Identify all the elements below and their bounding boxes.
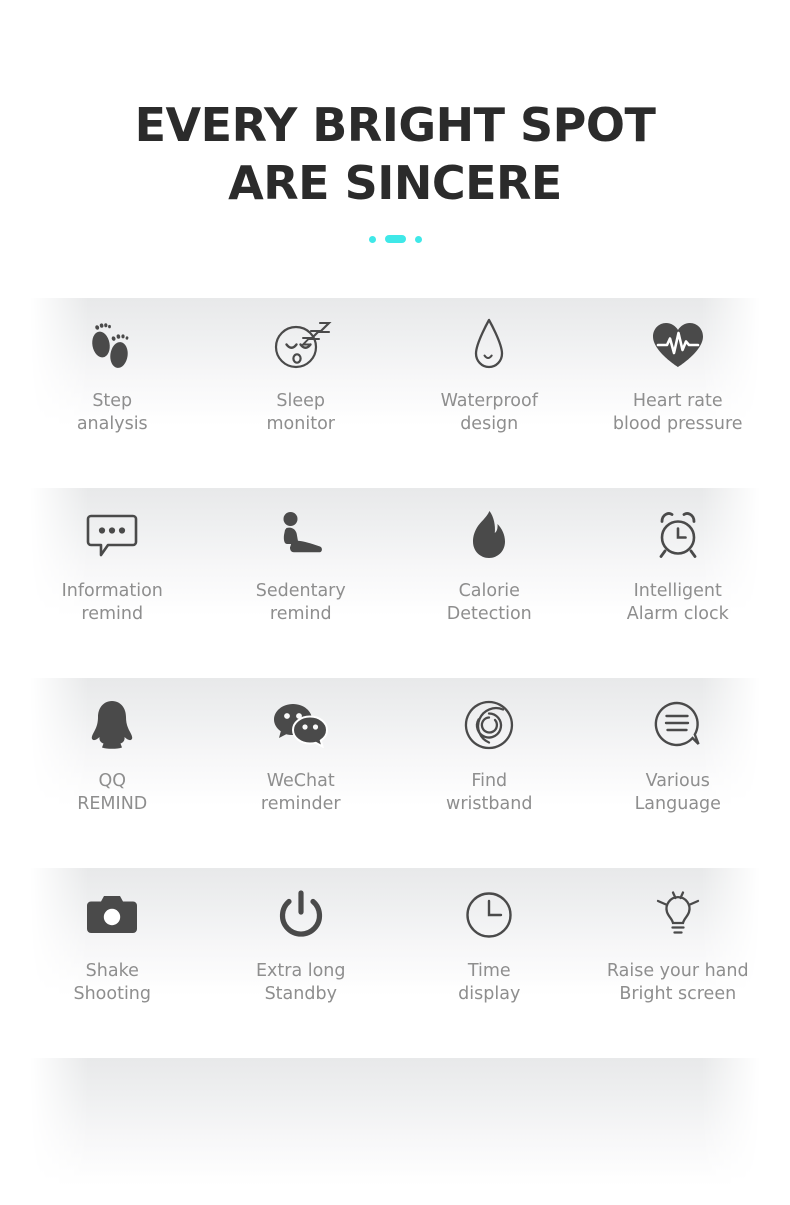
feature-time-display[interactable]: Time display	[395, 858, 584, 1006]
feature-intelligent-alarm[interactable]: Intelligent Alarm clock	[584, 478, 773, 626]
feature-label: Information remind	[61, 581, 163, 624]
feature-label: QQ REMIND	[77, 771, 148, 814]
feature-heart-rate[interactable]: Heart rate blood pressure	[584, 288, 773, 436]
feature-sedentary-remind[interactable]: Sedentary remind	[207, 478, 396, 626]
feature-grid: Step analysis Sleep monitor Waterproof d…	[0, 288, 790, 1186]
feature-row-2: Information remind Sedentary remind Calo…	[0, 478, 790, 668]
language-bubble-icon	[653, 696, 703, 754]
radar-rings-icon	[463, 696, 515, 754]
feature-label: Find wristband	[446, 771, 533, 814]
feature-label: Various Language	[634, 771, 721, 814]
feature-shake-shooting[interactable]: Shake Shooting	[18, 858, 207, 1006]
page-title-line-1: EVERY BRIGHT SPOT	[134, 98, 656, 152]
indicator-dot-1	[368, 235, 376, 243]
feature-extra-long-standby[interactable]: Extra long Standby	[207, 858, 396, 1006]
feature-various-language[interactable]: Various Language	[584, 668, 773, 816]
feature-row-1: Step analysis Sleep monitor Waterproof d…	[0, 288, 790, 478]
feature-label: Calorie Detection	[446, 581, 532, 624]
feature-label: Time display	[458, 961, 521, 1004]
alarm-clock-icon	[652, 506, 704, 564]
feature-row-4: Shake Shooting Extra long Standby Time d…	[0, 858, 790, 1048]
page-title-line-2: ARE SINCERE	[228, 156, 562, 210]
feature-label: Intelligent Alarm clock	[626, 581, 729, 624]
seated-person-icon	[276, 506, 326, 564]
wechat-bubbles-icon	[273, 696, 329, 754]
feature-label: Raise your hand Bright screen	[606, 961, 749, 1004]
feature-row-3: QQ REMIND WeChat reminder Find wristband…	[0, 668, 790, 858]
camera-icon	[86, 886, 138, 944]
sleeping-face-icon	[270, 316, 332, 374]
page-title: EVERY BRIGHT SPOT ARE SINCERE	[0, 96, 790, 212]
indicator-dot-2	[384, 235, 406, 243]
feature-label: Sleep monitor	[266, 391, 335, 434]
qq-penguin-icon	[89, 696, 135, 754]
feature-waterproof-design[interactable]: Waterproof design	[395, 288, 584, 436]
feature-label: Extra long Standby	[255, 961, 346, 1004]
water-drop-icon	[469, 316, 509, 374]
feature-label: Step analysis	[76, 391, 148, 434]
feature-label: Sedentary remind	[255, 581, 346, 624]
light-bulb-icon	[651, 886, 705, 944]
feature-wechat-reminder[interactable]: WeChat reminder	[207, 668, 396, 816]
feature-sleep-monitor[interactable]: Sleep monitor	[207, 288, 396, 436]
feature-calorie-detection[interactable]: Calorie Detection	[395, 478, 584, 626]
feature-row-trailing	[0, 1048, 790, 1186]
page-header: EVERY BRIGHT SPOT ARE SINCERE	[0, 0, 790, 244]
feature-raise-hand-bright-screen[interactable]: Raise your hand Bright screen	[584, 858, 773, 1006]
indicator-dot-3	[414, 235, 422, 243]
section-indicator	[0, 234, 790, 244]
heart-pulse-icon	[650, 316, 706, 374]
footprints-icon	[87, 316, 137, 374]
feature-information-remind[interactable]: Information remind	[18, 478, 207, 626]
feature-label: Shake Shooting	[73, 961, 152, 1004]
row-background	[30, 1058, 760, 1186]
feature-step-analysis[interactable]: Step analysis	[18, 288, 207, 436]
feature-label: Heart rate blood pressure	[612, 391, 743, 434]
message-bubble-icon	[86, 506, 138, 564]
flame-icon	[469, 506, 509, 564]
feature-label: Waterproof design	[440, 391, 538, 434]
feature-label: WeChat reminder	[260, 771, 341, 814]
feature-find-wristband[interactable]: Find wristband	[395, 668, 584, 816]
power-icon	[278, 886, 324, 944]
feature-qq-remind[interactable]: QQ REMIND	[18, 668, 207, 816]
clock-icon	[464, 886, 514, 944]
